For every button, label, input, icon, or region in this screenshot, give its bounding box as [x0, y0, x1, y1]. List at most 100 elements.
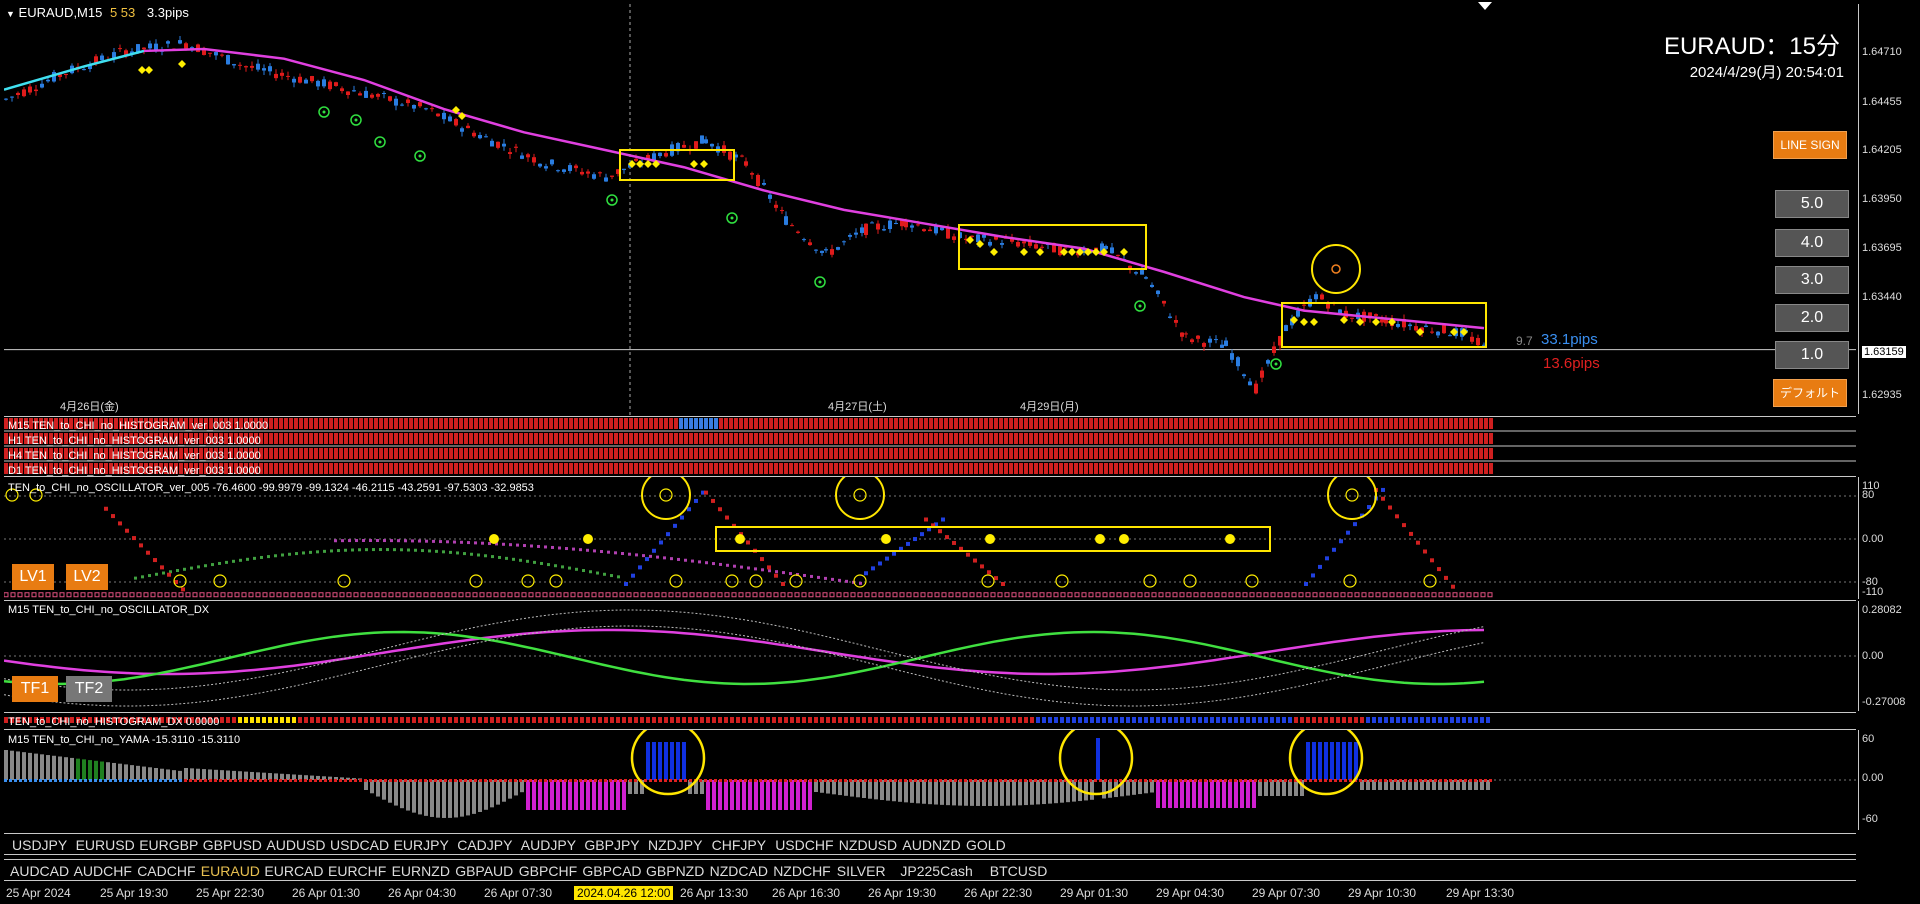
symbol-button-audnzd[interactable]: AUDNZD — [902, 837, 960, 853]
symbol-button-usdjpy[interactable]: USDJPY — [12, 837, 67, 853]
osc-swing-dot — [725, 515, 729, 520]
symbol-button-gold[interactable]: GOLD — [966, 837, 1006, 853]
histogram-bar — [699, 418, 703, 429]
histogram-bar — [339, 448, 343, 459]
scroll-marker-icon[interactable] — [1478, 2, 1492, 10]
histogram-bar — [529, 418, 533, 429]
osc-green-dot — [309, 550, 312, 554]
histogram-dx-bar — [220, 717, 224, 723]
histogram-bar — [1319, 418, 1323, 429]
yama-baseline-dot — [174, 779, 177, 782]
yama-bar — [1216, 780, 1220, 808]
symbol-button-nzdcad[interactable]: NZDCAD — [710, 863, 768, 879]
histogram-bar — [1024, 448, 1028, 459]
symbol-button-eurjpy[interactable]: EURJPY — [394, 837, 449, 853]
symbol-button-eurcad[interactable]: EURCAD — [264, 863, 323, 879]
osc-square-marker — [654, 592, 660, 598]
symbol-button-gbpjpy[interactable]: GBPJPY — [584, 837, 639, 853]
symbol-button-cadchf[interactable]: CADCHF — [137, 863, 195, 879]
histogram-bar — [1419, 418, 1423, 429]
osc-square-marker — [1144, 592, 1150, 598]
osc-square-marker — [1459, 592, 1465, 598]
osc-swing-dot — [924, 517, 928, 522]
lv2-button[interactable]: LV2 — [66, 564, 108, 590]
pips-small-label: 9.7 — [1516, 334, 1533, 348]
symbol-button-eurnzd[interactable]: EURNZD — [392, 863, 450, 879]
histogram-bar — [859, 433, 863, 444]
histogram-dx-bar — [556, 717, 560, 723]
symbol-button-nzdusd[interactable]: NZDUSD — [839, 837, 897, 853]
symbol-button-cadjpy[interactable]: CADJPY — [457, 837, 512, 853]
symbol-button-eurgbp[interactable]: EURGBP — [139, 837, 198, 853]
symbol-button-btcusd[interactable]: BTCUSD — [990, 863, 1048, 879]
default-button[interactable]: デフォルト — [1773, 379, 1847, 407]
osc-square-marker — [143, 592, 149, 598]
histogram-dx-bar — [436, 717, 440, 723]
histogram-bar — [1229, 463, 1233, 474]
symbol-button-euraud[interactable]: EURAUD — [201, 863, 260, 879]
histogram-bar — [979, 448, 983, 459]
symbol-button-jp225cash[interactable]: JP225Cash — [900, 863, 972, 879]
symbol-button-gbpchf[interactable]: GBPCHF — [519, 863, 577, 879]
symbol-button-eurusd[interactable]: EURUSD — [76, 837, 135, 853]
histogram-bar — [729, 463, 733, 474]
yama-bar — [16, 751, 20, 780]
lv1-button[interactable]: LV1 — [12, 564, 54, 590]
symbol-button-gbpusd[interactable]: GBPUSD — [203, 837, 262, 853]
osc-square-marker — [542, 592, 548, 598]
yama-baseline-dot — [1429, 779, 1432, 782]
histogram-bar — [1059, 463, 1063, 474]
yama-baseline-dot — [524, 779, 527, 782]
level-4-button[interactable]: 4.0 — [1775, 229, 1849, 257]
histogram-bar — [324, 433, 328, 444]
osc-magenta-dot — [509, 543, 512, 547]
tf1-button[interactable]: TF1 — [12, 676, 58, 702]
symbol-button-audchf[interactable]: AUDCHF — [74, 863, 132, 879]
yama-bar — [1006, 780, 1010, 806]
level-1-button[interactable]: 1.0 — [1775, 341, 1849, 369]
histogram-bar — [1044, 433, 1048, 444]
histogram-bar — [1359, 433, 1363, 444]
osc-square-marker — [283, 592, 289, 598]
yama-bar — [760, 780, 764, 810]
osc-square-marker — [1291, 592, 1297, 598]
histogram-bar — [1354, 463, 1358, 474]
histogram-bar — [1429, 448, 1433, 459]
dropdown-triangle-icon[interactable]: ▼ — [6, 9, 15, 19]
osc-square-marker — [108, 592, 114, 598]
yama-bar — [628, 780, 632, 794]
yama-baseline-dot — [414, 779, 417, 782]
yama-bar — [1222, 780, 1226, 808]
symbol-button-chfjpy[interactable]: CHFJPY — [712, 837, 766, 853]
osc-square-marker — [843, 592, 849, 598]
histogram-bar — [899, 418, 903, 429]
histogram-bar — [264, 433, 268, 444]
histogram-bar — [1134, 433, 1138, 444]
symbol-button-eurchf[interactable]: EURCHF — [328, 863, 386, 879]
symbol-button-usdchf[interactable]: USDCHF — [775, 837, 833, 853]
symbol-button-usdcad[interactable]: USDCAD — [330, 837, 389, 853]
level-5-button[interactable]: 5.0 — [1775, 190, 1849, 218]
symbol-button-audjpy[interactable]: AUDJPY — [521, 837, 576, 853]
symbol-button-silver[interactable]: SILVER — [837, 863, 886, 879]
symbol-button-gbpaud[interactable]: GBPAUD — [455, 863, 513, 879]
tf2-button[interactable]: TF2 — [66, 676, 112, 702]
symbol-button-gbpnzd[interactable]: GBPNZD — [646, 863, 704, 879]
osc-square-marker — [640, 592, 646, 598]
osc-green-dot — [337, 549, 340, 553]
symbol-button-audusd[interactable]: AUDUSD — [266, 837, 325, 853]
line-sign-button[interactable]: LINE SIGN — [1773, 131, 1847, 159]
symbol-button-nzdchf[interactable]: NZDCHF — [773, 863, 831, 879]
histogram-bar — [1374, 448, 1378, 459]
symbol-button-audcad[interactable]: AUDCAD — [10, 863, 69, 879]
yama-baseline-dot — [569, 779, 572, 782]
symbol-button-gbpcad[interactable]: GBPCAD — [582, 863, 641, 879]
histogram-bar — [1119, 418, 1123, 429]
level-2-button[interactable]: 2.0 — [1775, 304, 1849, 332]
yama-bar — [802, 780, 806, 810]
level-3-button[interactable]: 3.0 — [1775, 266, 1849, 294]
symbol-button-nzdjpy[interactable]: NZDJPY — [648, 837, 702, 853]
yama-baseline-dot — [479, 779, 482, 782]
histogram-dx-bar — [706, 717, 710, 723]
histogram-bar — [769, 433, 773, 444]
